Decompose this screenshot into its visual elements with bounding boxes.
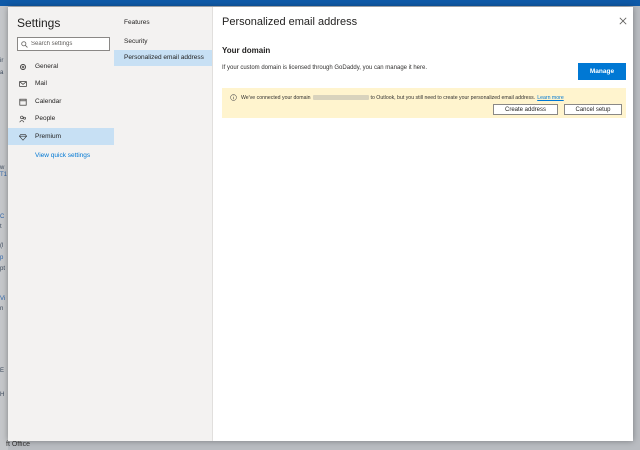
settings-dialog: Settings General Mail Calendar [8,7,633,441]
background-text: E [0,368,5,374]
settings-title: Settings [17,16,61,30]
background-text: pt [0,266,6,272]
mail-icon [19,80,27,88]
setup-warning-banner: We've connected your domain to Outlook, … [222,88,626,118]
subnav-item-personalized-email[interactable]: Personalized email address [114,50,212,66]
sidebar-item-premium[interactable]: Premium [8,128,114,145]
diamond-icon [19,133,27,141]
gear-icon [19,63,27,71]
sidebar-item-label: Premium [35,133,62,140]
background-text: (l [0,243,4,249]
banner-text-after: to Outlook, but you still need to create… [370,94,536,101]
settings-sidebar: Settings General Mail Calendar [8,7,114,441]
sidebar-item-calendar[interactable]: Calendar [8,93,114,110]
background-text: Vi [0,296,6,302]
banner-text-before: We've connected your domain [241,94,311,101]
view-quick-settings-link[interactable]: View quick settings [35,152,90,159]
background-text: H [0,392,5,398]
sidebar-item-label: Mail [35,80,47,87]
sidebar-item-general[interactable]: General [8,58,114,75]
sidebar-item-label: General [35,63,59,70]
background-topbar [0,0,640,6]
content-pane: Personalized email address Your domain I… [213,7,633,441]
background-text: p [0,255,4,261]
learn-more-link[interactable]: Learn more [537,95,564,101]
calendar-icon [19,98,27,106]
background-text: ir [0,58,4,64]
domain-description: If your custom domain is licensed throug… [222,65,427,71]
sidebar-item-people[interactable]: People [8,110,114,127]
background-text: C [0,214,5,220]
subnav-item-security[interactable]: Security [114,38,212,45]
people-icon [19,115,27,123]
background-text: T1 [0,172,8,178]
background-text: t [0,224,2,230]
background-text: n [0,306,4,312]
section-title: Your domain [222,46,271,55]
info-icon [230,94,237,101]
redacted-domain [312,95,369,100]
subnav-item-features[interactable]: Features [114,19,212,26]
sidebar-item-label: Calendar [35,98,62,105]
sidebar-item-mail[interactable]: Mail [8,75,114,92]
create-address-button[interactable]: Create address [493,104,558,115]
premium-subnav: Features Security Personalized email add… [114,7,213,441]
background-text: w [0,165,5,171]
search-settings-box[interactable] [17,37,110,51]
background-text: a [0,70,4,76]
page-title: Personalized email address [222,16,358,28]
search-settings-input[interactable] [31,41,101,47]
banner-message: We've connected your domain to Outlook, … [230,94,564,101]
cancel-setup-button[interactable]: Cancel setup [564,104,622,115]
background-footer: ft Office [6,441,30,448]
search-icon [21,40,28,48]
sidebar-item-label: People [35,115,56,122]
manage-button[interactable]: Manage [578,63,626,80]
close-icon[interactable] [619,17,627,25]
